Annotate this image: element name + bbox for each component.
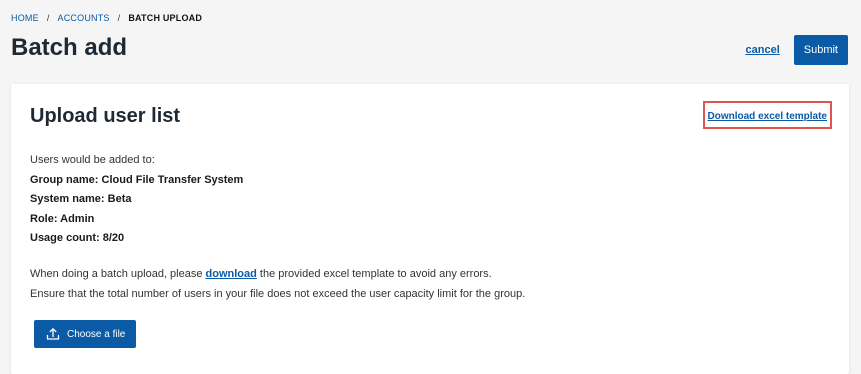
page-actions: cancel Submit [746, 35, 848, 65]
cancel-link[interactable]: cancel [746, 44, 780, 56]
capacity-note: Ensure that the total number of users in… [30, 288, 526, 300]
upload-icon [46, 327, 60, 341]
page-title: Batch add [11, 34, 128, 61]
target-intro: Users would be added to: [30, 154, 155, 166]
breadcrumb-accounts[interactable]: ACCOUNTS [58, 13, 110, 23]
breadcrumb-separator: / [46, 13, 50, 23]
card-title: Upload user list [30, 105, 181, 127]
role: Role: Admin [30, 212, 95, 225]
breadcrumb: HOME / ACCOUNTS / BATCH UPLOAD [11, 13, 202, 23]
download-note-prefix: When doing a batch upload, please [30, 268, 206, 280]
download-inline-link[interactable]: download [206, 268, 257, 280]
download-template-link[interactable]: Download excel template [708, 111, 827, 122]
submit-button[interactable]: Submit [793, 35, 848, 65]
download-note: When doing a batch upload, please downlo… [30, 264, 525, 284]
download-template-highlight: Download excel template [702, 101, 832, 129]
group-name: Group name: Cloud File Transfer System [30, 173, 244, 186]
upload-card: Upload user list Download excel template… [11, 84, 849, 374]
usage-count: Usage count: 8/20 [30, 232, 125, 244]
breadcrumb-separator: / [117, 13, 121, 23]
download-note-suffix: the provided excel template to avoid any… [256, 268, 492, 280]
breadcrumb-current: BATCH UPLOAD [128, 13, 203, 23]
breadcrumb-home[interactable]: HOME [11, 13, 39, 23]
choose-file-button[interactable]: Choose a file [34, 320, 137, 348]
choose-file-label: Choose a file [67, 328, 126, 340]
upload-notes: When doing a batch upload, please downlo… [30, 264, 525, 304]
system-name: System name: Beta [30, 193, 132, 205]
target-info: Users would be added to: Group name: Clo… [30, 151, 243, 249]
